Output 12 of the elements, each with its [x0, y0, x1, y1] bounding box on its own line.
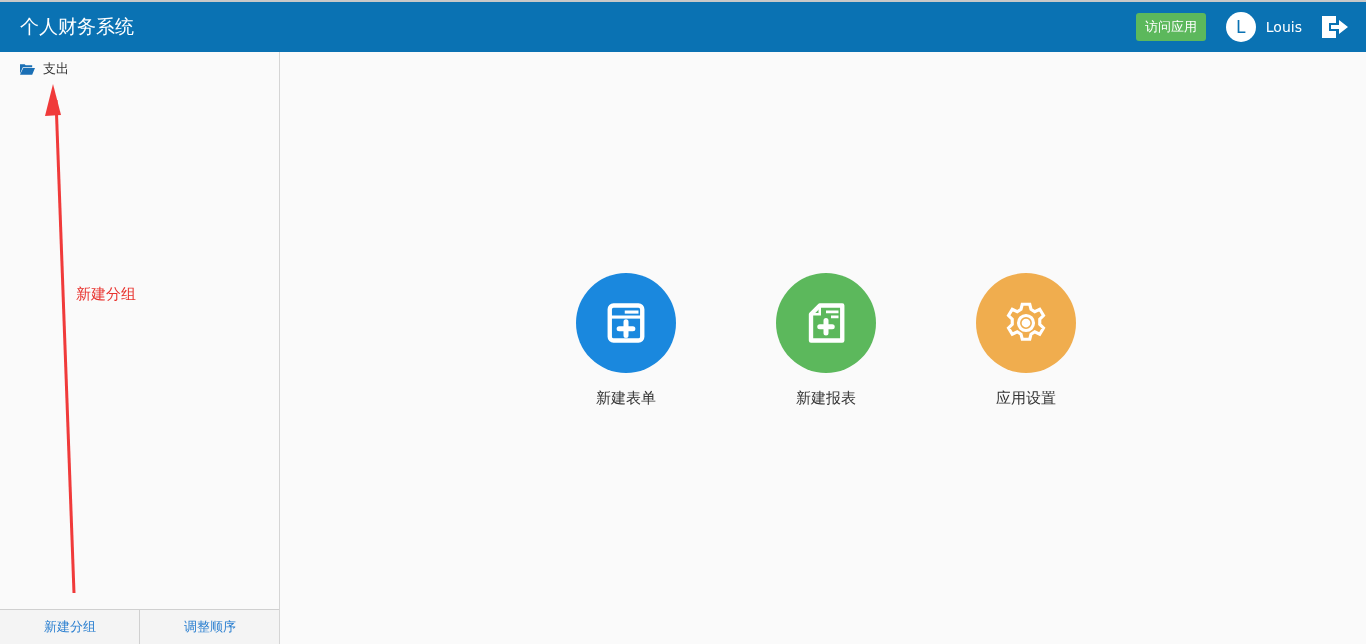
annotation-label: 新建分组 [76, 285, 136, 304]
action-label[interactable]: 新建报表 [796, 388, 856, 408]
footer-button[interactable]: 新建分组 [0, 610, 140, 644]
user-name[interactable]: Louis [1265, 19, 1302, 35]
app-title: 个人财务系统 [20, 14, 134, 39]
folder-icon [20, 63, 35, 75]
group-item[interactable]: 支出 [43, 60, 69, 78]
action-label[interactable]: 新建表单 [596, 388, 656, 408]
footer-button[interactable]: 调整顺序 [140, 610, 279, 644]
user-avatar[interactable]: L [1225, 12, 1256, 42]
action-label[interactable]: 应用设置 [996, 388, 1056, 408]
logout-icon[interactable] [1322, 16, 1348, 38]
